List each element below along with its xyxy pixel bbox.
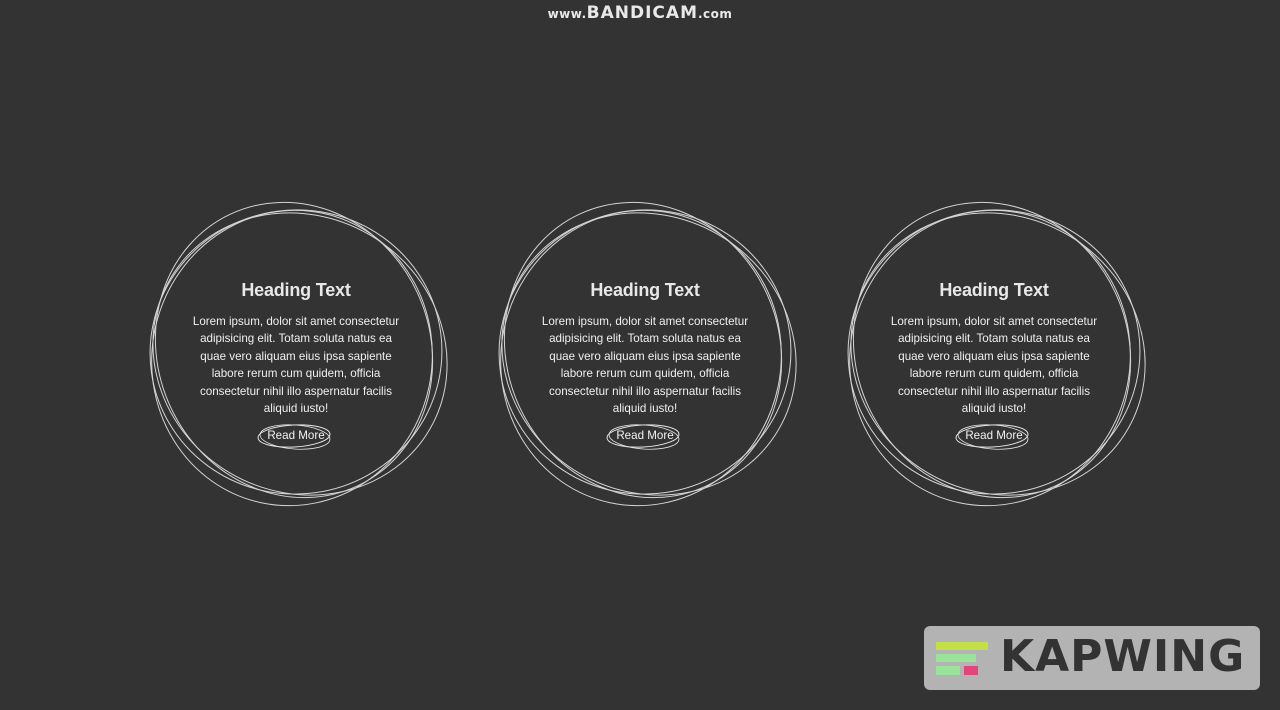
- card-body: Lorem ipsum, dolor sit amet consectetur …: [890, 315, 1098, 416]
- card-body: Lorem ipsum, dolor sit amet consectetur …: [541, 315, 749, 416]
- card-content: Heading Text Lorem ipsum, dolor sit amet…: [535, 280, 755, 451]
- read-more-button[interactable]: Read More: [606, 424, 681, 451]
- watermark-suffix: .com: [697, 7, 733, 21]
- card-2: Heading Text Lorem ipsum, dolor sit amet…: [489, 200, 801, 512]
- card-heading: Heading Text: [939, 280, 1049, 300]
- read-more-label: Read More: [965, 429, 1023, 443]
- watermark-prefix: www.: [547, 7, 587, 21]
- watermark-brand: BANDICAM: [586, 3, 698, 23]
- page: www.BANDICAM.com Heading Text Lorem ipsu…: [0, 0, 1280, 710]
- kapwing-logo-icon: [936, 642, 988, 675]
- bandicam-watermark: www.BANDICAM.com: [0, 3, 1280, 23]
- card-content: Heading Text Lorem ipsum, dolor sit amet…: [884, 280, 1104, 451]
- kapwing-wordmark: KAPWING: [1000, 631, 1246, 682]
- read-more-label: Read More: [267, 429, 325, 443]
- read-more-button[interactable]: Read More: [955, 424, 1030, 451]
- card-heading: Heading Text: [241, 280, 351, 300]
- card-body: Lorem ipsum, dolor sit amet consectetur …: [192, 315, 400, 416]
- card-heading: Heading Text: [590, 280, 700, 300]
- card-1: Heading Text Lorem ipsum, dolor sit amet…: [140, 200, 452, 512]
- card-content: Heading Text Lorem ipsum, dolor sit amet…: [186, 280, 406, 451]
- card-3: Heading Text Lorem ipsum, dolor sit amet…: [838, 200, 1150, 512]
- read-more-button[interactable]: Read More: [257, 424, 332, 451]
- kapwing-watermark: KAPWING: [924, 626, 1260, 690]
- read-more-label: Read More: [616, 429, 674, 443]
